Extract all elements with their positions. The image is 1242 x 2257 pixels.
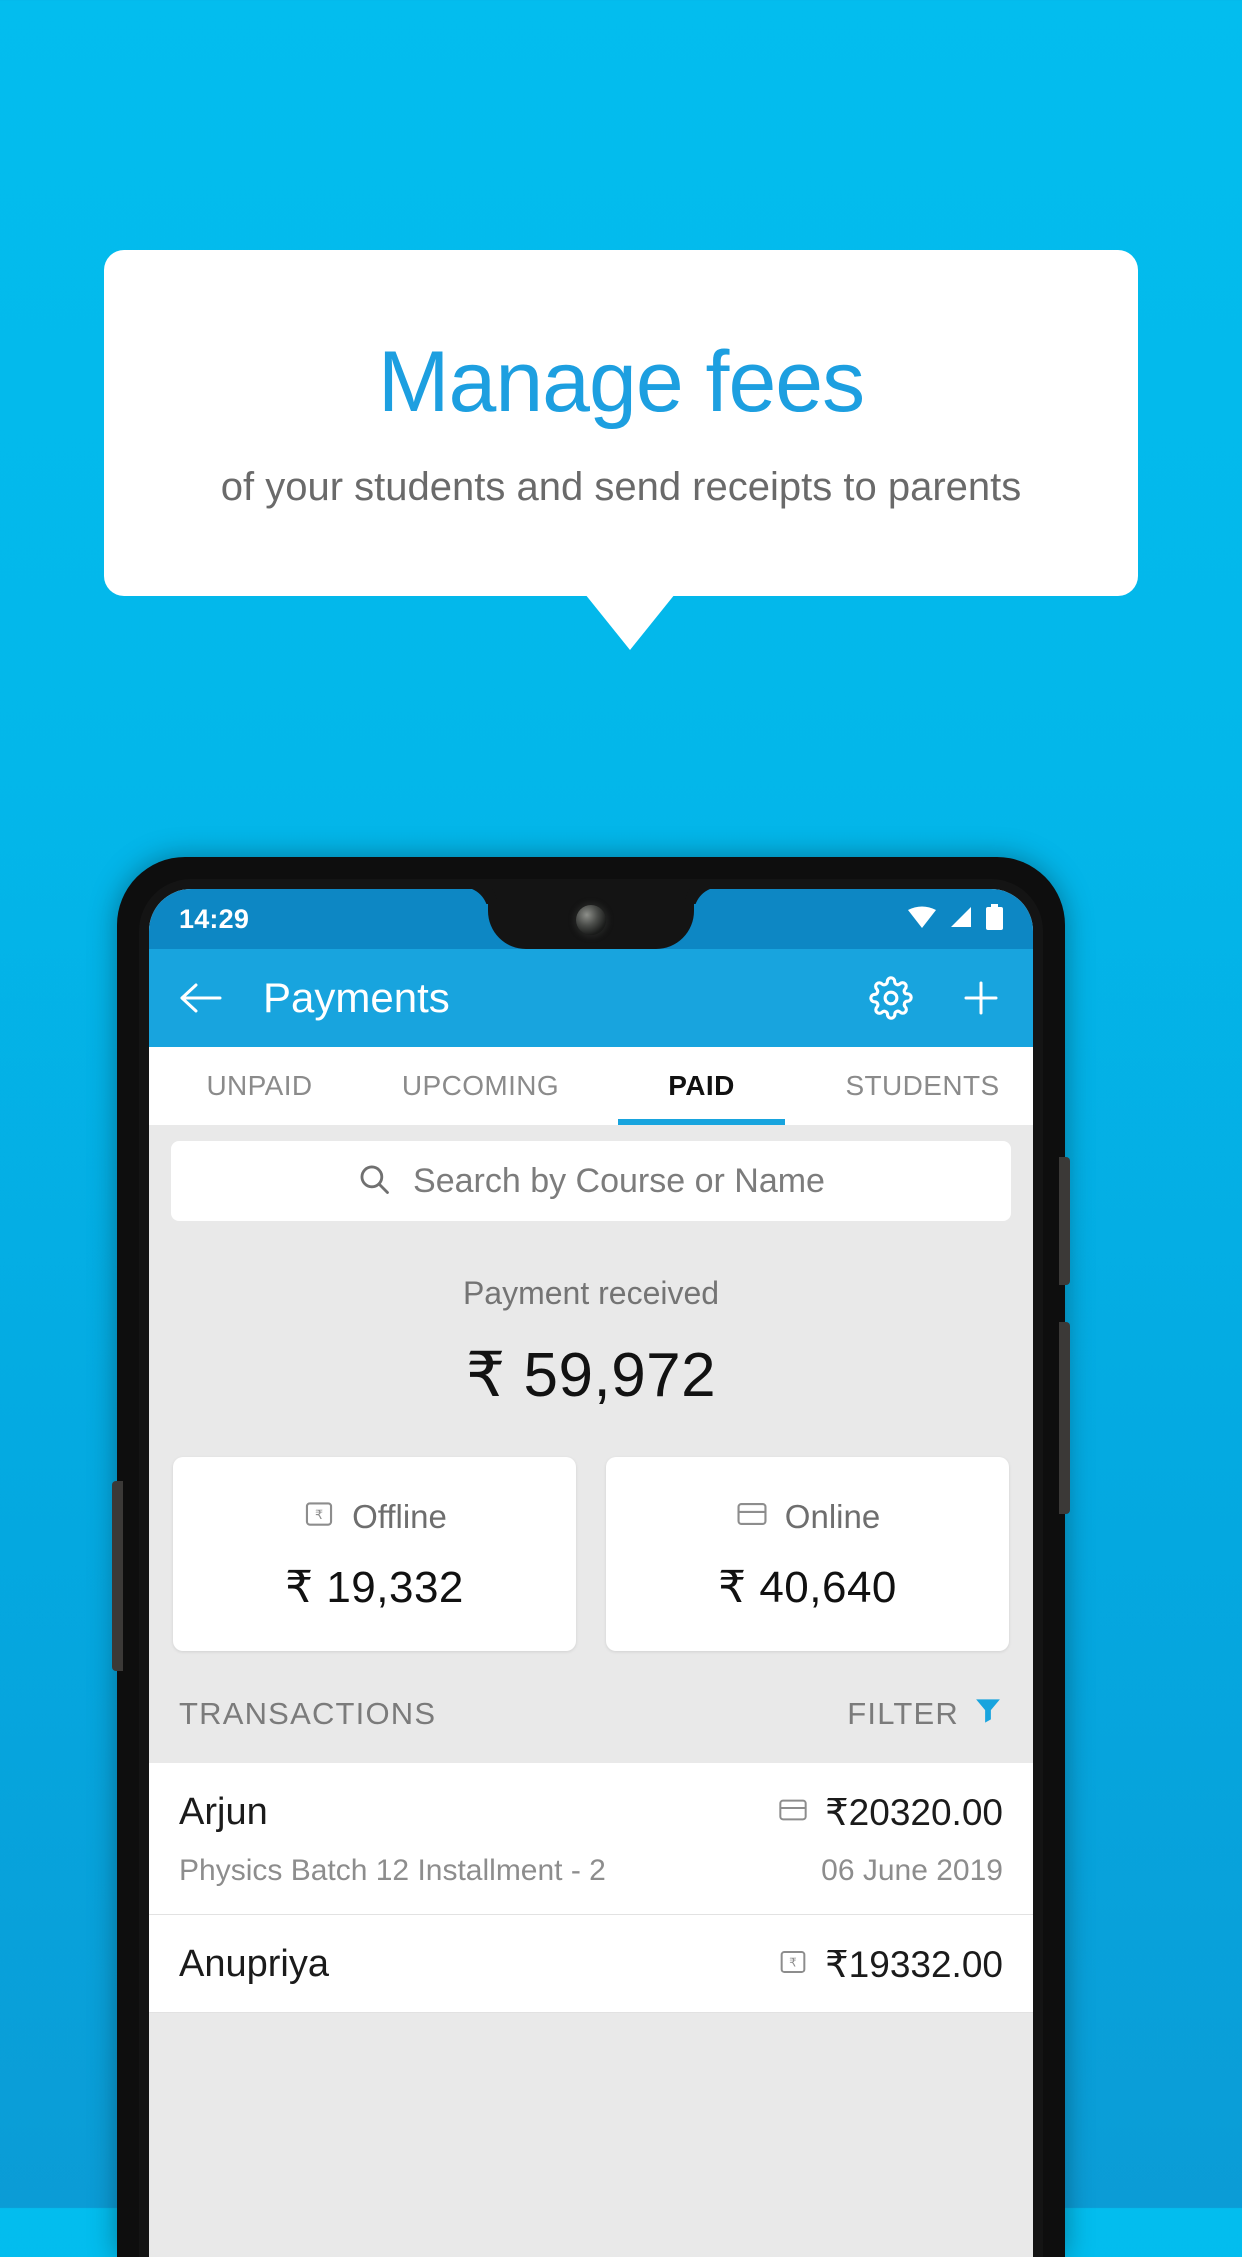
gear-icon[interactable] bbox=[869, 976, 913, 1020]
svg-text:₹: ₹ bbox=[315, 1508, 323, 1523]
search-container: Search by Course or Name bbox=[149, 1125, 1033, 1221]
search-icon bbox=[357, 1162, 391, 1201]
transaction-amount-group: ₹20320.00 bbox=[777, 1791, 1003, 1834]
transaction-amount: ₹20320.00 bbox=[825, 1792, 1003, 1833]
summary-label: Payment received bbox=[462, 1275, 720, 1311]
transaction-description: Physics Batch 12 Installment - 2 bbox=[179, 1854, 606, 1887]
offline-card-head: ₹ Offline bbox=[173, 1497, 576, 1536]
tab-upcoming[interactable]: UPCOMING bbox=[370, 1047, 591, 1125]
transaction-amount: ₹19332.00 bbox=[825, 1944, 1003, 1985]
transactions-list: Arjun ₹20320.00 Physics Batch 12 Install… bbox=[149, 1763, 1033, 2013]
app-bar: Payments bbox=[149, 949, 1033, 1047]
volume-button[interactable] bbox=[112, 1481, 123, 1671]
promo-subtitle: of your students and send receipts to pa… bbox=[220, 465, 1022, 509]
promo-bubble-tail bbox=[585, 594, 675, 650]
side-button[interactable] bbox=[1059, 1322, 1070, 1514]
back-arrow-icon[interactable] bbox=[179, 981, 223, 1015]
transaction-date: 06 June 2019 bbox=[821, 1854, 1003, 1887]
status-bar: 14:29 bbox=[149, 889, 1033, 949]
credit-card-icon bbox=[735, 1497, 769, 1536]
transaction-name: Anupriya bbox=[179, 1943, 329, 1985]
tab-unpaid[interactable]: UNPAID bbox=[149, 1047, 370, 1125]
breakdown-cards: ₹ Offline ₹ 19,332 Online ₹ 40,640 bbox=[149, 1411, 1033, 1651]
summary-block: Payment received ₹ 59,972 bbox=[149, 1221, 1033, 1411]
transactions-title: TRANSACTIONS bbox=[179, 1696, 437, 1731]
online-amount: ₹ 40,640 bbox=[718, 1563, 897, 1612]
signal-icon bbox=[949, 906, 973, 933]
wifi-icon bbox=[908, 906, 936, 933]
battery-icon bbox=[986, 903, 1003, 935]
phone-screen: 14:29 Payments UNPAID UPCOMING PAID STUD… bbox=[149, 889, 1033, 2257]
table-row[interactable]: Arjun ₹20320.00 Physics Batch 12 Install… bbox=[149, 1763, 1033, 1915]
table-row[interactable]: Anupriya ₹ ₹19332.00 bbox=[149, 1915, 1033, 2013]
search-placeholder: Search by Course or Name bbox=[413, 1161, 825, 1200]
transaction-meta: Physics Batch 12 Installment - 2 06 June… bbox=[179, 1854, 1003, 1888]
transactions-header: TRANSACTIONS FILTER bbox=[149, 1651, 1033, 1763]
transaction-main: Arjun ₹20320.00 bbox=[179, 1791, 1003, 1834]
phone-mockup: 14:29 Payments UNPAID UPCOMING PAID STUD… bbox=[112, 857, 1070, 2257]
tab-bar: UNPAID UPCOMING PAID STUDENTS bbox=[149, 1047, 1033, 1125]
power-button[interactable] bbox=[1059, 1157, 1070, 1285]
status-time: 14:29 bbox=[179, 903, 250, 934]
tab-paid[interactable]: PAID bbox=[591, 1047, 812, 1125]
promo-title: Manage fees bbox=[377, 334, 865, 430]
filter-button[interactable]: FILTER bbox=[847, 1695, 1003, 1733]
content-area: Search by Course or Name Payment receive… bbox=[149, 1125, 1033, 2257]
filter-label: FILTER bbox=[847, 1696, 959, 1731]
offline-amount: ₹ 19,332 bbox=[285, 1563, 464, 1612]
online-label: Online bbox=[784, 1497, 881, 1535]
funnel-icon bbox=[973, 1695, 1003, 1733]
rupee-note-icon: ₹ bbox=[777, 1946, 809, 1983]
page-title: Payments bbox=[263, 974, 450, 1021]
promo-card: Manage fees of your students and send re… bbox=[104, 250, 1138, 596]
online-card-head: Online bbox=[606, 1497, 1009, 1536]
rupee-note-icon: ₹ bbox=[302, 1497, 336, 1536]
credit-card-icon bbox=[777, 1794, 809, 1831]
tab-students[interactable]: STUDENTS bbox=[812, 1047, 1033, 1125]
status-icons bbox=[908, 903, 1003, 935]
offline-card[interactable]: ₹ Offline ₹ 19,332 bbox=[173, 1457, 576, 1651]
plus-icon[interactable] bbox=[959, 976, 1003, 1020]
search-input[interactable]: Search by Course or Name bbox=[171, 1141, 1011, 1221]
transaction-amount-group: ₹ ₹19332.00 bbox=[777, 1943, 1003, 1986]
svg-text:₹: ₹ bbox=[789, 1956, 797, 1970]
transaction-name: Arjun bbox=[179, 1791, 268, 1833]
transaction-main: Anupriya ₹ ₹19332.00 bbox=[179, 1943, 1003, 1986]
offline-label: Offline bbox=[352, 1497, 447, 1535]
summary-amount: ₹ 59,972 bbox=[465, 1341, 717, 1410]
online-card[interactable]: Online ₹ 40,640 bbox=[606, 1457, 1009, 1651]
